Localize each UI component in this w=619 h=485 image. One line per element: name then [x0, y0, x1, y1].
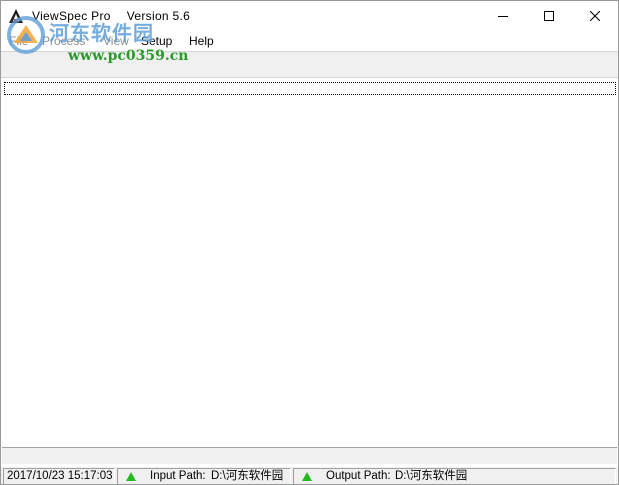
minimize-button[interactable] — [480, 1, 526, 31]
output-status-triangle-icon — [302, 472, 312, 481]
output-path-value: D:\河东软件园 — [395, 470, 468, 482]
status-input-panel: Input Path: D:\河东软件园 — [117, 468, 291, 484]
output-path-label: Output Path: — [326, 470, 391, 482]
menu-help[interactable]: Help — [189, 34, 214, 48]
minimize-icon — [498, 16, 508, 17]
status-datetime-panel: 2017/10/23 15:17:03 — [3, 468, 115, 484]
app-window: ViewSpec Pro Version 5.6 File Process Vie… — [0, 0, 619, 485]
menu-bar: File Process View Setup Help — [1, 31, 618, 51]
status-bar: 2017/10/23 15:17:03 Input Path: D:\河东软件园… — [1, 467, 618, 484]
close-icon — [590, 11, 600, 21]
title-bar[interactable]: ViewSpec Pro Version 5.6 — [1, 1, 618, 31]
maximize-icon — [544, 11, 554, 21]
horizontal-scrollbar[interactable] — [2, 447, 617, 464]
status-output-panel: Output Path: D:\河东软件园 — [293, 468, 616, 484]
app-logo-icon — [9, 9, 23, 23]
menu-file[interactable]: File — [9, 34, 28, 48]
input-path-label: Input Path: — [150, 470, 206, 482]
input-path-value: D:\河东软件园 — [211, 470, 284, 482]
focus-frame — [4, 82, 616, 95]
input-status-triangle-icon — [126, 472, 136, 481]
menu-view[interactable]: View — [103, 34, 129, 48]
main-content-area[interactable] — [1, 97, 618, 446]
toolbar — [1, 51, 618, 78]
status-datetime: 2017/10/23 15:17:03 — [7, 470, 113, 482]
menu-process[interactable]: Process — [42, 34, 85, 48]
menu-setup[interactable]: Setup — [141, 34, 172, 48]
close-button[interactable] — [572, 1, 618, 31]
window-title: ViewSpec Pro Version 5.6 — [32, 9, 190, 23]
app-name: ViewSpec Pro — [32, 9, 111, 23]
app-version: Version 5.6 — [126, 9, 191, 23]
maximize-button[interactable] — [526, 1, 572, 31]
